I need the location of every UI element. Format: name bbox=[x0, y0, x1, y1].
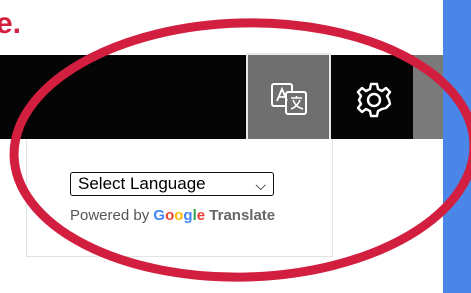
translate-icon bbox=[270, 83, 307, 115]
accent-strip bbox=[443, 0, 471, 293]
settings-button[interactable] bbox=[352, 78, 396, 122]
google-logo-letter: g bbox=[183, 207, 193, 224]
google-logo: Google bbox=[153, 207, 205, 224]
powered-by-google-translate: Powered by Google Translate bbox=[70, 207, 275, 224]
google-logo-letter: e bbox=[196, 207, 206, 224]
google-logo-letter: G bbox=[153, 207, 166, 224]
translate-button[interactable] bbox=[246, 53, 331, 143]
toolbar-gap bbox=[413, 55, 443, 139]
gear-icon bbox=[356, 82, 392, 118]
google-logo-letter: o bbox=[165, 207, 175, 224]
caption-fragment: e. bbox=[0, 4, 21, 44]
chevron-down-icon: ⌵ bbox=[255, 177, 266, 193]
translate-text: Translate bbox=[209, 207, 276, 224]
powered-by-text: Powered by bbox=[70, 207, 150, 224]
caption-line-2: e. bbox=[0, 7, 22, 40]
language-select[interactable]: Select Language ⌵ bbox=[70, 172, 274, 196]
language-select-value: Select Language bbox=[78, 174, 206, 193]
translate-dropdown-panel bbox=[26, 139, 333, 257]
